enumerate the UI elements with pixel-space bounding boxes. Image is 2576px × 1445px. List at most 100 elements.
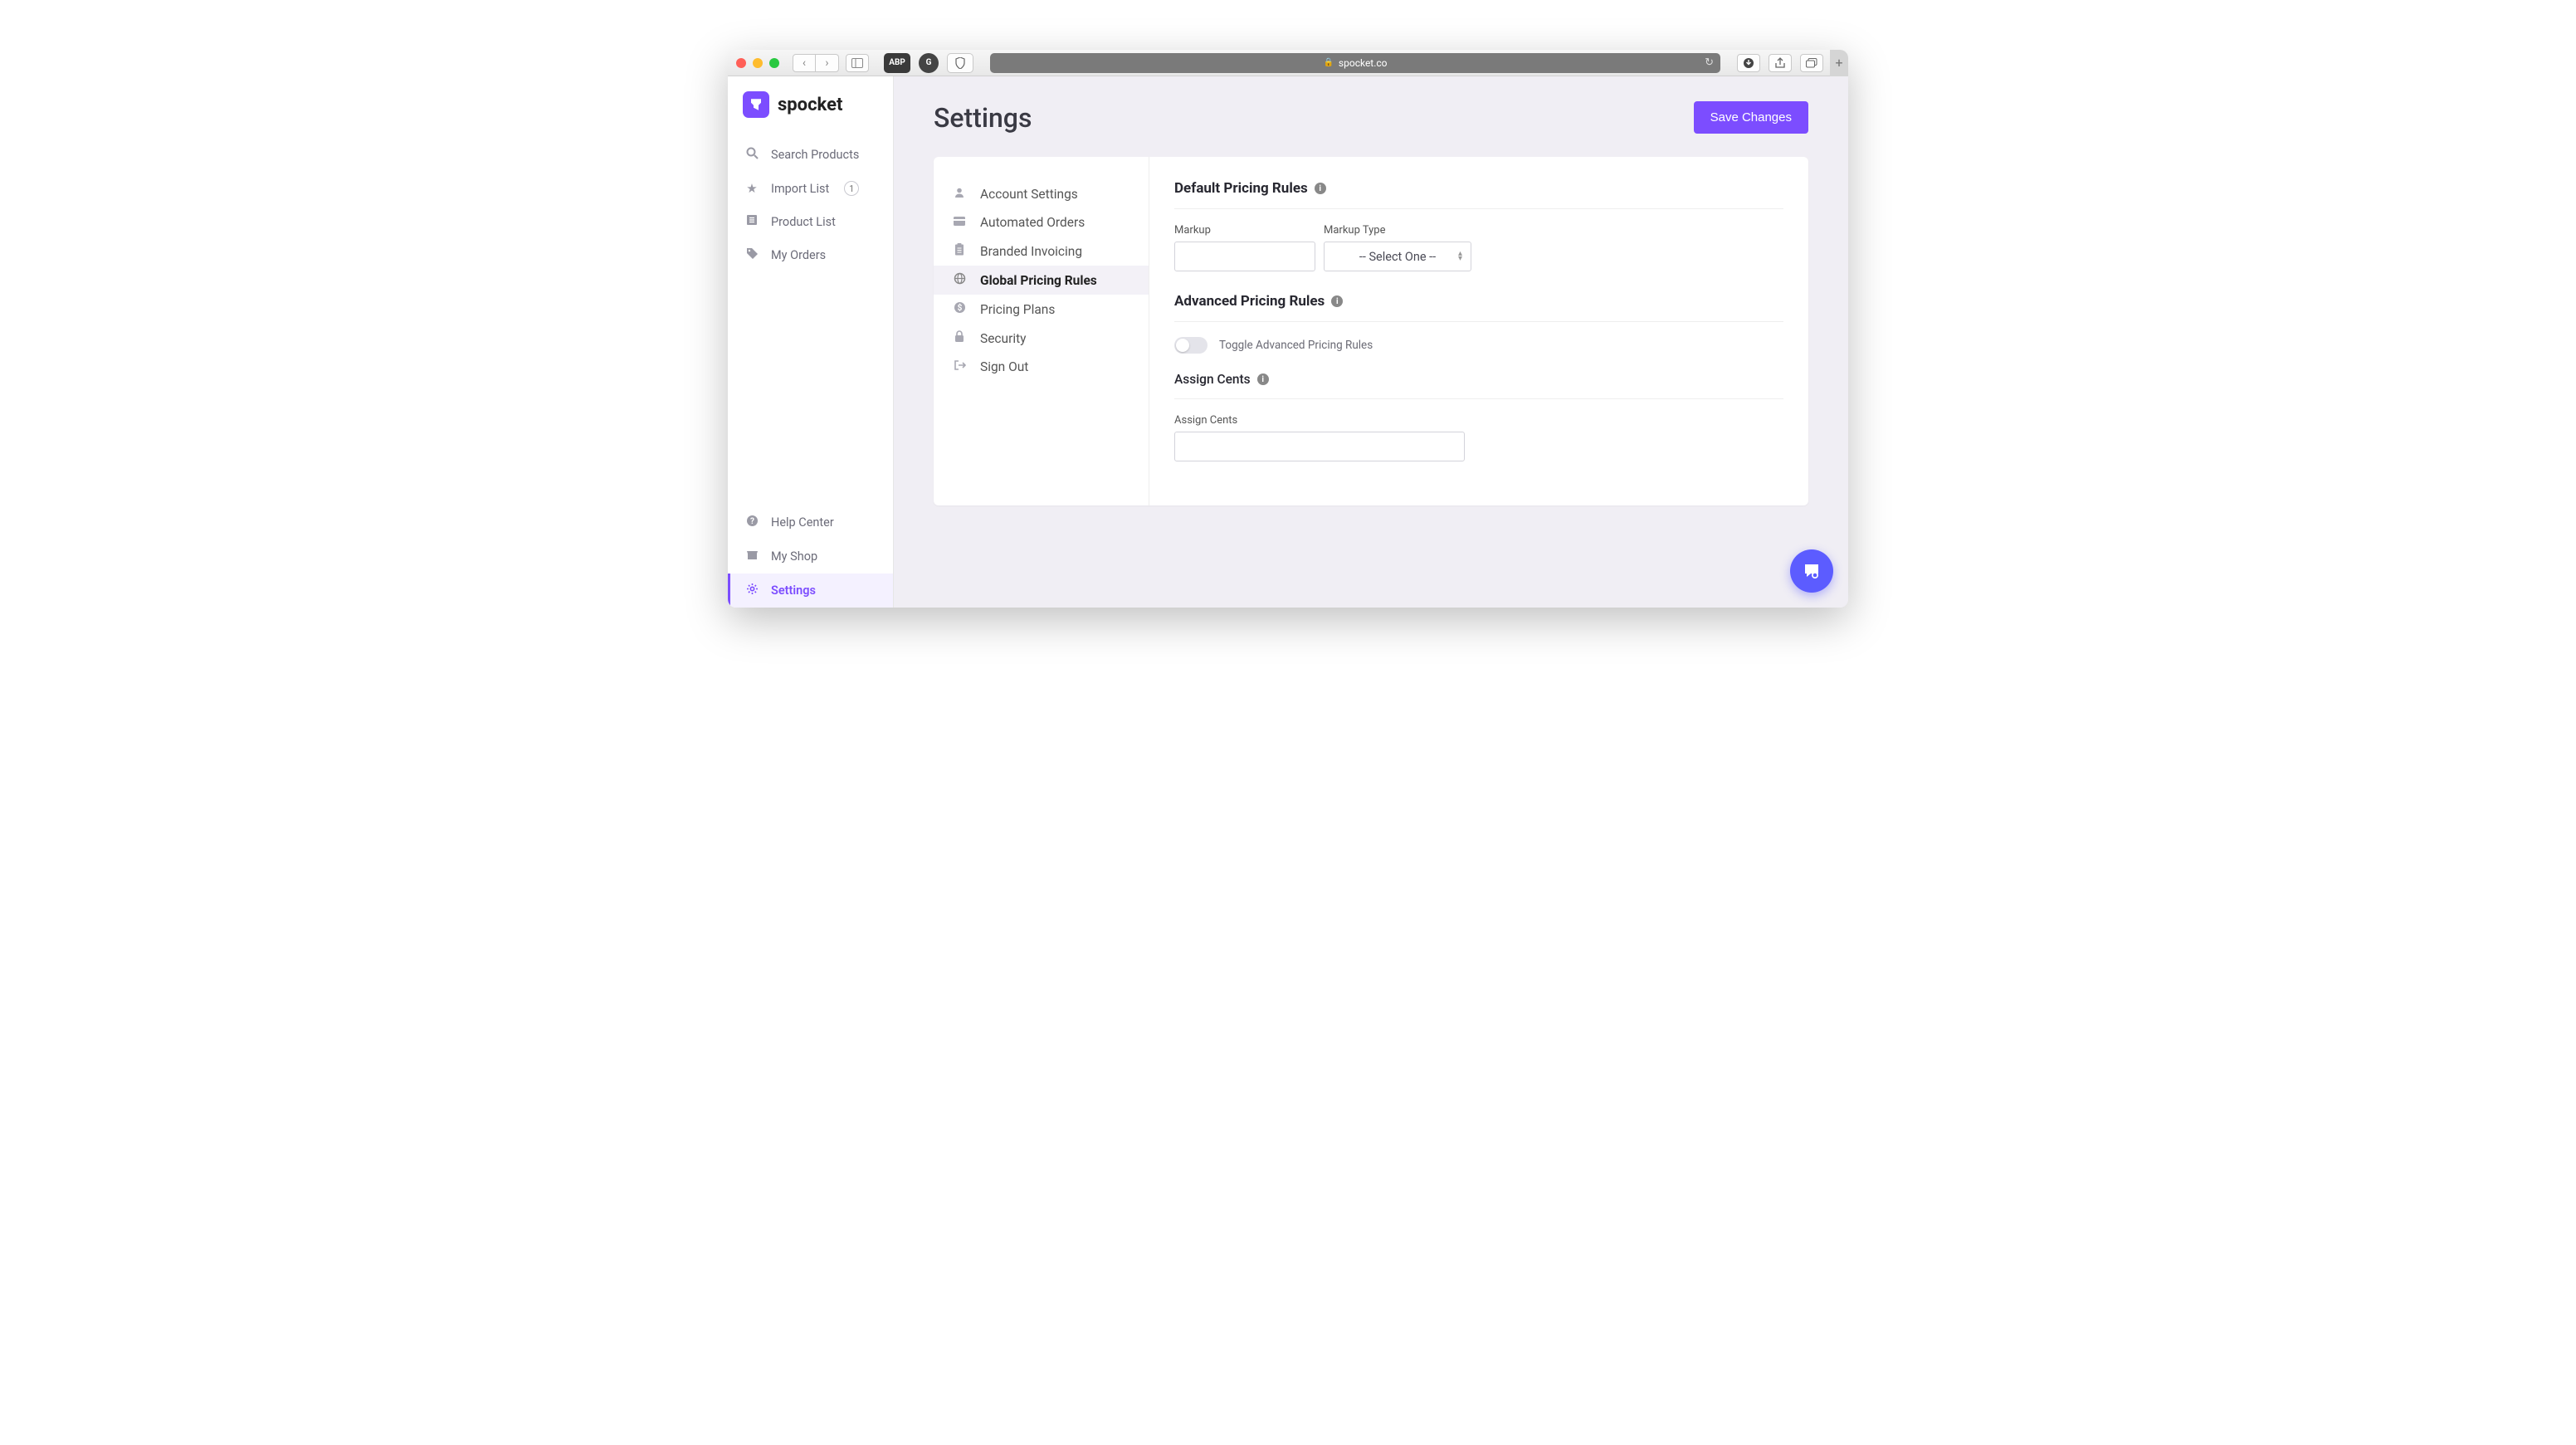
info-icon[interactable]: i <box>1331 295 1343 307</box>
help-icon: ? <box>744 515 759 530</box>
abp-extension-icon[interactable]: ABP <box>884 53 910 73</box>
markup-group: Markup <box>1174 224 1315 271</box>
settings-nav-automated-orders[interactable]: Automated Orders <box>934 208 1149 237</box>
lock-icon: 🔒 <box>1323 58 1333 67</box>
markup-type-label: Markup Type <box>1324 224 1471 237</box>
sidebar-item-my-orders[interactable]: My Orders <box>728 238 893 272</box>
sidebar-item-label: Product List <box>771 215 836 229</box>
back-button[interactable]: ‹ <box>793 54 816 72</box>
settings-nav-label: Pricing Plans <box>980 302 1055 317</box>
chat-fab-button[interactable] <box>1790 549 1833 593</box>
url-text: spocket.co <box>1339 57 1388 69</box>
settings-nav-label: Account Settings <box>980 187 1078 202</box>
advanced-pricing-rules-heading: Advanced Pricing Rules i <box>1174 293 1783 322</box>
settings-nav-label: Sign Out <box>980 359 1028 374</box>
chevron-updown-icon: ▴▾ <box>1458 251 1462 261</box>
search-icon <box>744 147 759 163</box>
markup-type-select[interactable]: -- Select One -- ▴▾ <box>1324 242 1471 271</box>
sidebar-item-label: Import List <box>771 182 829 196</box>
downloads-button[interactable] <box>1737 54 1760 72</box>
share-button[interactable] <box>1769 54 1792 72</box>
sidebar-item-product-list[interactable]: Product List <box>728 205 893 238</box>
advanced-rules-toggle[interactable] <box>1174 337 1208 354</box>
logo[interactable]: spocket <box>728 88 893 138</box>
settings-nav-account[interactable]: Account Settings <box>934 180 1149 208</box>
svg-text:$: $ <box>957 302 962 313</box>
sidebar-item-my-shop[interactable]: My Shop <box>728 539 893 574</box>
extension-group: ABP G <box>884 53 973 73</box>
browser-chrome: ‹ › ABP G 🔒 spocket.co ↻ <box>728 50 1848 76</box>
window-controls <box>736 58 779 68</box>
user-icon <box>952 187 967 202</box>
settings-panel: Account Settings Automated Orders Brande… <box>934 157 1808 505</box>
save-changes-button[interactable]: Save Changes <box>1694 101 1808 134</box>
sidebar-item-label: My Shop <box>771 549 817 564</box>
assign-cents-heading: Assign Cents i <box>1174 372 1783 399</box>
settings-nav-sign-out[interactable]: Sign Out <box>934 353 1149 381</box>
settings-nav-pricing-plans[interactable]: $ Pricing Plans <box>934 295 1149 324</box>
card-icon <box>952 216 967 229</box>
maximize-window-button[interactable] <box>769 58 779 68</box>
shop-icon <box>744 549 759 564</box>
clipboard-icon <box>952 243 967 259</box>
sidebar-item-settings[interactable]: Settings <box>728 574 893 608</box>
gear-icon <box>744 583 759 598</box>
address-bar[interactable]: 🔒 spocket.co ↻ <box>990 53 1720 73</box>
settings-nav-global-pricing[interactable]: Global Pricing Rules <box>934 266 1149 295</box>
markup-label: Markup <box>1174 224 1315 237</box>
info-icon[interactable]: i <box>1257 373 1269 385</box>
page-header: Settings Save Changes <box>934 101 1808 134</box>
close-window-button[interactable] <box>736 58 746 68</box>
grammarly-extension-icon[interactable]: G <box>919 53 939 73</box>
svg-text:?: ? <box>750 517 754 526</box>
sidebar-item-label: Settings <box>771 583 816 598</box>
count-badge: 1 <box>844 181 859 196</box>
info-icon[interactable]: i <box>1315 183 1326 194</box>
settings-subnav: Account Settings Automated Orders Brande… <box>934 157 1149 505</box>
lock-icon <box>952 330 967 346</box>
reload-icon[interactable]: ↻ <box>1705 56 1714 69</box>
list-icon <box>744 214 759 229</box>
settings-nav-label: Automated Orders <box>980 215 1085 230</box>
tag-icon <box>744 247 759 263</box>
main-content: Settings Save Changes Account Settings <box>894 76 1848 608</box>
sign-out-icon <box>952 359 967 374</box>
logo-mark-icon <box>743 91 769 118</box>
sidebar-item-label: My Orders <box>771 248 826 262</box>
sidebar-nav-bottom: ? Help Center My Shop Settings <box>728 505 893 608</box>
assign-cents-group: Assign Cents <box>1174 414 1783 461</box>
star-icon: ★ <box>744 181 759 196</box>
toggle-label: Toggle Advanced Pricing Rules <box>1219 339 1373 352</box>
dollar-icon: $ <box>952 301 967 317</box>
minimize-window-button[interactable] <box>753 58 763 68</box>
right-toolbar <box>1737 54 1823 72</box>
sidebar: spocket Search Products ★ Import List 1 <box>728 76 894 608</box>
markup-row: Markup Markup Type -- Select One -- ▴▾ <box>1174 224 1783 271</box>
settings-nav-label: Branded Invoicing <box>980 244 1082 259</box>
browser-window: ‹ › ABP G 🔒 spocket.co ↻ <box>728 50 1848 608</box>
sidebar-item-help-center[interactable]: ? Help Center <box>728 505 893 539</box>
sidebar-toggle-button[interactable] <box>846 54 869 72</box>
nav-history: ‹ › <box>793 54 839 72</box>
markup-input[interactable] <box>1174 242 1315 271</box>
sidebar-item-search-products[interactable]: Search Products <box>728 138 893 172</box>
tabs-button[interactable] <box>1800 54 1823 72</box>
logo-text: spocket <box>778 95 842 115</box>
sidebar-item-label: Search Products <box>771 148 859 162</box>
sidebar-nav-top: Search Products ★ Import List 1 Product … <box>728 138 893 272</box>
markup-type-group: Markup Type -- Select One -- ▴▾ <box>1324 224 1471 271</box>
default-pricing-rules-heading: Default Pricing Rules i <box>1174 180 1783 209</box>
app-body: spocket Search Products ★ Import List 1 <box>728 76 1848 608</box>
settings-nav-security[interactable]: Security <box>934 324 1149 353</box>
page-title: Settings <box>934 102 1032 134</box>
sidebar-item-import-list[interactable]: ★ Import List 1 <box>728 172 893 205</box>
new-tab-button[interactable]: + <box>1830 50 1848 76</box>
settings-nav-label: Security <box>980 331 1027 346</box>
forward-button[interactable]: › <box>816 54 839 72</box>
globe-icon <box>952 272 967 288</box>
settings-nav-label: Global Pricing Rules <box>980 273 1097 288</box>
settings-nav-branded-invoicing[interactable]: Branded Invoicing <box>934 237 1149 266</box>
settings-content: Default Pricing Rules i Markup Markup Ty… <box>1149 157 1808 505</box>
shield-extension-icon[interactable] <box>947 53 973 73</box>
assign-cents-input[interactable] <box>1174 432 1465 461</box>
